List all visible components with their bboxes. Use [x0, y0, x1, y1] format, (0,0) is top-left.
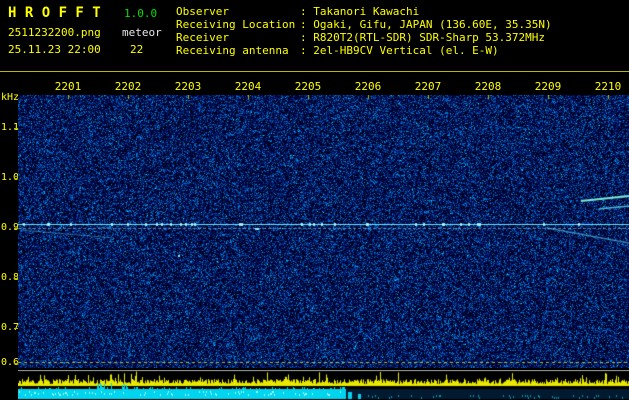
meter-canvas — [18, 370, 629, 400]
khz-unit-label: kHz — [1, 93, 19, 103]
time-axis-label: 2208 — [475, 81, 502, 93]
time-axis-label: 2201 — [55, 81, 82, 93]
hrofft-window: H R O F F T 1.0.0 2511232200.png meteor … — [0, 0, 629, 400]
info-row-location: Receiving Location: Ogaki, Gifu, JAPAN (… — [176, 18, 552, 31]
time-axis-label: 2207 — [415, 81, 442, 93]
time-axis-label: 2210 — [595, 81, 622, 93]
info-value: : Ogaki, Gifu, JAPAN (136.60E, 35.35N) — [300, 18, 552, 31]
frame-count-label: 22 — [130, 43, 143, 56]
app-version: 1.0.0 — [124, 7, 157, 20]
info-label: Receiving Location — [176, 18, 300, 31]
time-axis-label: 2202 — [115, 81, 142, 93]
info-label: Receiving antenna — [176, 44, 300, 57]
time-axis-label: 2209 — [535, 81, 562, 93]
header-divider — [0, 71, 629, 72]
time-axis-label: 2205 — [295, 81, 322, 93]
datetime-label: 25.11.23 22:00 — [8, 43, 101, 56]
info-value: : 2el-HB9CV Vertical (el. E-W) — [300, 44, 499, 57]
info-row-receiver: Receiver: R820T2(RTL-SDR) SDR-Sharp 53.3… — [176, 31, 552, 44]
info-value: : Takanori Kawachi — [300, 5, 419, 18]
time-axis-label: 2203 — [175, 81, 202, 93]
info-row-antenna: Receiving antenna: 2el-HB9CV Vertical (e… — [176, 44, 552, 57]
info-row-observer: Observer: Takanori Kawachi — [176, 5, 552, 18]
info-value: : R820T2(RTL-SDR) SDR-Sharp 53.372MHz — [300, 31, 545, 44]
time-axis-label: 2206 — [355, 81, 382, 93]
station-info: Observer: Takanori Kawachi Receiving Loc… — [176, 5, 552, 57]
spectrogram-canvas — [18, 95, 629, 368]
filename-label: 2511232200.png — [8, 26, 101, 39]
app-title: H R O F F T — [8, 5, 101, 21]
info-label: Observer — [176, 5, 300, 18]
info-label: Receiver — [176, 31, 300, 44]
mode-label: meteor — [122, 26, 162, 39]
time-axis-label: 2204 — [235, 81, 262, 93]
